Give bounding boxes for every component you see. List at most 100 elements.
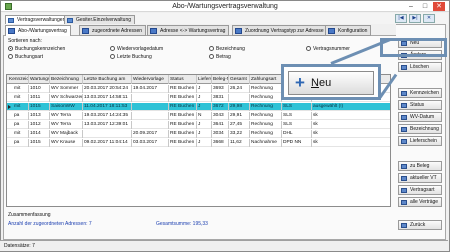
table-cell: J: [197, 139, 212, 147]
table-cell: [132, 112, 169, 120]
table-cell: SaisonWW: [50, 103, 83, 111]
bezeichnung-icon: [401, 127, 407, 132]
column-header[interactable]: Kennzeichen: [8, 75, 29, 84]
column-header[interactable]: Bezeichnung: [50, 75, 83, 84]
sort-buchungsart[interactable]: Buchungsart: [8, 54, 43, 60]
table-cell: Rechnung: [250, 94, 282, 102]
document-icon: [67, 18, 73, 23]
table-row[interactable]: mit 1015 SaisonWW 11.04.2017 18:11:53 RE Buc…: [7, 103, 390, 111]
table-cell: mit: [8, 103, 29, 111]
table-cell: 3043: [212, 112, 229, 120]
column-header[interactable]: Zahlungsart: [250, 75, 282, 84]
radio-icon: [8, 54, 13, 59]
address-count: Anzahl der zugeordneten Adressen: 7: [8, 221, 92, 227]
table-cell: sk: [312, 130, 390, 138]
zu-beleg-button[interactable]: zu Beleg: [398, 161, 442, 171]
table-cell: RE Buchen: [169, 103, 197, 111]
sort-buchungskennzeichen[interactable]: Buchungskennzeichen: [8, 46, 65, 52]
wv-datum-icon: [401, 115, 407, 120]
table-cell: 3672: [212, 103, 229, 111]
last-record-icon[interactable]: ▶|: [409, 14, 421, 23]
sort-vertragsnummer[interactable]: Vertragsnummer: [306, 46, 350, 52]
button-label: aktueller VT: [410, 175, 437, 181]
tab-zugeordnete-adressen[interactable]: zugeordnete Adressen: [79, 25, 147, 36]
table-row[interactable]: pa 1012 WV Terra 13.03.2017 12:39:01 RE Buch…: [7, 121, 390, 129]
tab-abo-wartungsvertrag[interactable]: Abo-/Wartungsvertrag: [5, 25, 71, 36]
table-cell: WV Terra: [50, 121, 83, 129]
close-icon[interactable]: ✕: [433, 2, 445, 11]
column-header[interactable]: Status: [169, 75, 197, 84]
table-cell: RE Buchen: [169, 94, 197, 102]
table-cell: RE Buchen: [169, 85, 197, 93]
window-title: Abo-/Wartungsvertragsverwaltung: [172, 3, 278, 10]
button-label: Bezeichnung: [410, 126, 439, 132]
table-cell: 3831: [212, 94, 229, 102]
table-row[interactable]: mit 1014 WV Majback 20.09.2017 RE Buchen J 303…: [7, 130, 390, 138]
delete-icon: [401, 65, 407, 70]
sort-title: Sortieren nach:: [8, 38, 42, 44]
kennzeichen-button[interactable]: Kennzeichen: [398, 88, 442, 98]
sort-wiedervorlagedatum[interactable]: Wiedervorlagedatum: [110, 46, 163, 52]
record-count: Datensätze: 7: [4, 243, 35, 249]
radio-icon: [209, 54, 214, 59]
table-cell: 11.04.2017 18:11:53: [83, 103, 132, 111]
table-cell: 19.03.2017 14:24:35: [83, 112, 132, 120]
bezeichnung-button[interactable]: Bezeichnung: [398, 124, 442, 134]
table-cell: J: [197, 121, 212, 129]
back-button[interactable]: Zurück: [398, 220, 442, 230]
table-cell: 33,22: [229, 130, 250, 138]
wv-datum-button[interactable]: WV-Datum: [398, 112, 442, 122]
table-cell: 13.03.2017 14:58:11: [83, 94, 132, 102]
summary-section: Zusammenfassung Anzahl der zugeordneten …: [6, 211, 391, 231]
minimize-icon[interactable]: –: [405, 2, 417, 11]
table-cell: 27,45: [229, 121, 250, 129]
maximize-icon[interactable]: □: [419, 2, 431, 11]
tab-adresse-wartungsvertrag[interactable]: Adresse <-> Wartungsvertrag: [147, 25, 230, 36]
table-cell: sk: [312, 139, 390, 147]
summary-title: Zusammenfassung: [8, 212, 51, 218]
first-record-icon[interactable]: |◀: [395, 14, 407, 23]
column-header[interactable]: Gesamt: [229, 75, 250, 84]
table-cell: [132, 121, 169, 129]
table-cell: [132, 94, 169, 102]
contract-icon: [8, 18, 14, 23]
sub-tab-bar: Abo-/Wartungsvertrag zugeordnete Adresse…: [3, 24, 396, 36]
table-cell: 3034: [212, 130, 229, 138]
gear-icon: [328, 28, 335, 34]
column-header[interactable]: Letzte Buchung am: [83, 75, 132, 84]
table-cell: J: [197, 94, 212, 102]
vertragsart-button[interactable]: Vertragsart: [398, 185, 442, 195]
table-cell: 1015: [29, 103, 50, 111]
close-tab-icon[interactable]: ✕: [423, 14, 435, 23]
delete-button[interactable]: Löschen: [398, 62, 442, 72]
tab-zuordnung-vertragstyp[interactable]: Zuordnung Vertragstyp zur Adresse: [232, 25, 328, 36]
table-cell: pa: [8, 112, 29, 120]
table-cell: 13.03.2017 12:39:01: [83, 121, 132, 129]
radio-icon: [306, 46, 311, 51]
zoomed-new-button[interactable]: + Neu: [288, 71, 374, 95]
lieferschein-button[interactable]: Lieferschein: [398, 136, 442, 146]
zoomed-new-label: Neu: [311, 77, 332, 89]
table-row[interactable]: pa 1013 WV Terra 19.03.2017 14:24:35 RE Buch…: [7, 112, 390, 120]
column-header[interactable]: Wiedervorlage: [132, 75, 169, 84]
kennzeichen-icon: [401, 91, 407, 96]
sort-betrag[interactable]: Betrag: [209, 54, 231, 60]
status-icon: [401, 103, 407, 108]
tab-konfiguration[interactable]: Konfiguration: [325, 25, 372, 36]
aktueller-vt-button[interactable]: aktueller VT: [398, 173, 442, 183]
column-header[interactable]: Beleg-Nr.: [212, 75, 229, 84]
table-cell: DPD NN: [282, 139, 312, 147]
column-header[interactable]: Liefers: [197, 75, 212, 84]
sort-letzte-buchung[interactable]: Letzte Buchung: [110, 54, 152, 60]
table-row[interactable]: pa 1015 WV Krause 09.02.2017 11:04:14 03.03.…: [7, 139, 390, 147]
alle-vertraege-icon: [401, 200, 407, 205]
button-label: Kennzeichen: [410, 90, 439, 96]
radio-icon: [110, 54, 115, 59]
table-cell: Rechnung: [250, 112, 282, 120]
sort-bezeichnung[interactable]: Bezeichnung: [209, 46, 245, 52]
alle-vertraege-button[interactable]: alle Verträge: [398, 197, 442, 207]
status-button[interactable]: Status: [398, 100, 442, 110]
assign-icon: [235, 28, 242, 34]
button-label: Zurück: [410, 222, 426, 228]
column-header[interactable]: Wartungs-Nr.: [29, 75, 50, 84]
